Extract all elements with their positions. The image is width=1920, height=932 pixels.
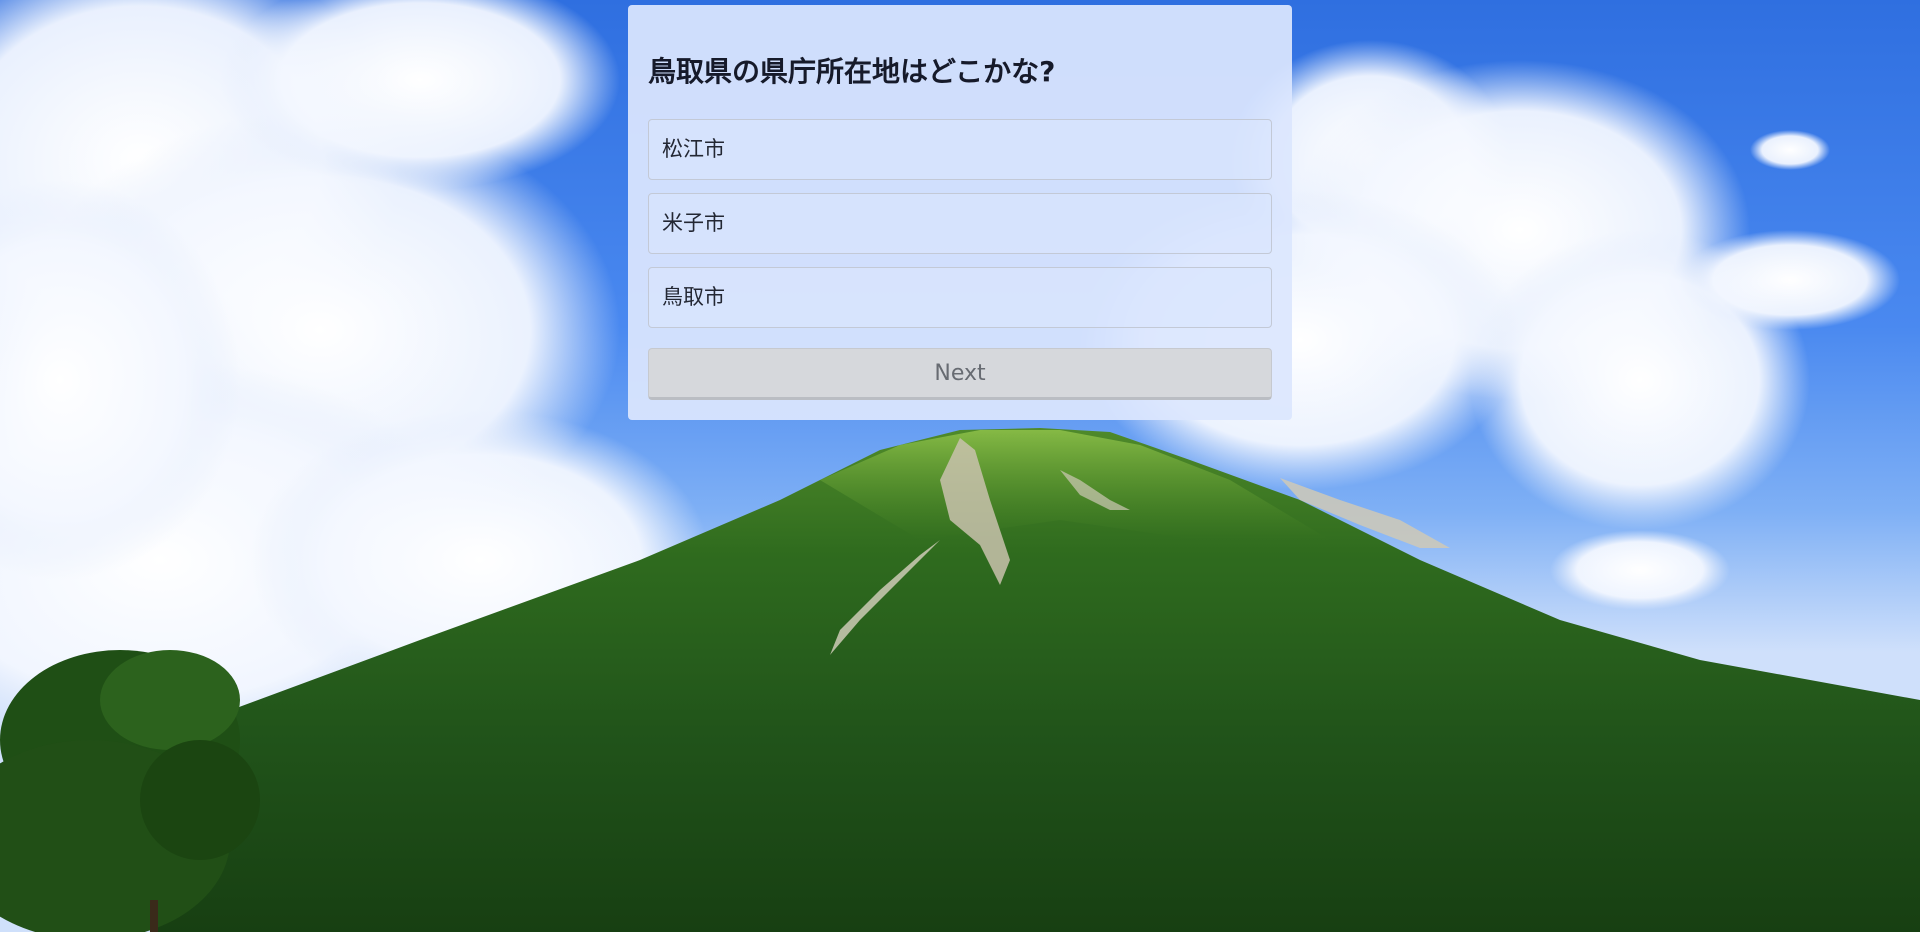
answer-option-tottori[interactable]: 鳥取市	[648, 267, 1272, 328]
answer-option-matsue[interactable]: 松江市	[648, 119, 1272, 180]
next-button[interactable]: Next	[648, 348, 1272, 400]
quiz-card: 鳥取県の県庁所在地はどこかな? 松江市 米子市 鳥取市 Next	[628, 5, 1292, 420]
quiz-page: 鳥取県の県庁所在地はどこかな? 松江市 米子市 鳥取市 Next	[0, 0, 1920, 932]
question-title: 鳥取県の県庁所在地はどこかな?	[648, 55, 1056, 88]
answer-option-yonago[interactable]: 米子市	[648, 193, 1272, 254]
